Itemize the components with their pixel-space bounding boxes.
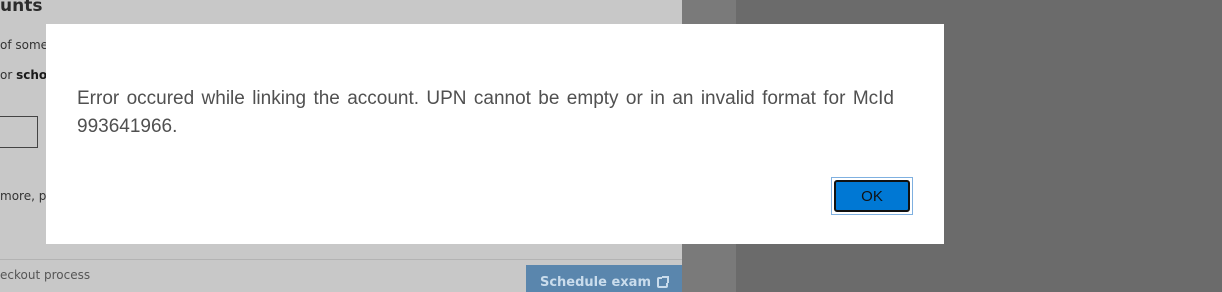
background-input-box [0,116,38,148]
page-description: of some [0,38,49,52]
error-dialog: Error occured while linking the account.… [46,24,944,244]
learn-more-text: more, p [0,189,47,203]
line-bold-text: scho [16,68,48,82]
checkout-process-text: eckout process [0,268,91,282]
ok-button[interactable]: OK [834,180,910,212]
page-heading: unts [0,0,43,16]
line-prefix: or [0,68,17,82]
external-link-icon [657,275,670,288]
schedule-exam-button: Schedule exam [526,265,682,292]
error-message: Error occured while linking the account.… [77,88,894,137]
page-description-bold-line: or scho [0,68,47,82]
divider [0,259,682,260]
schedule-exam-label: Schedule exam [539,274,652,290]
screen: unts of some or scho more, p eckout proc… [0,0,1222,292]
